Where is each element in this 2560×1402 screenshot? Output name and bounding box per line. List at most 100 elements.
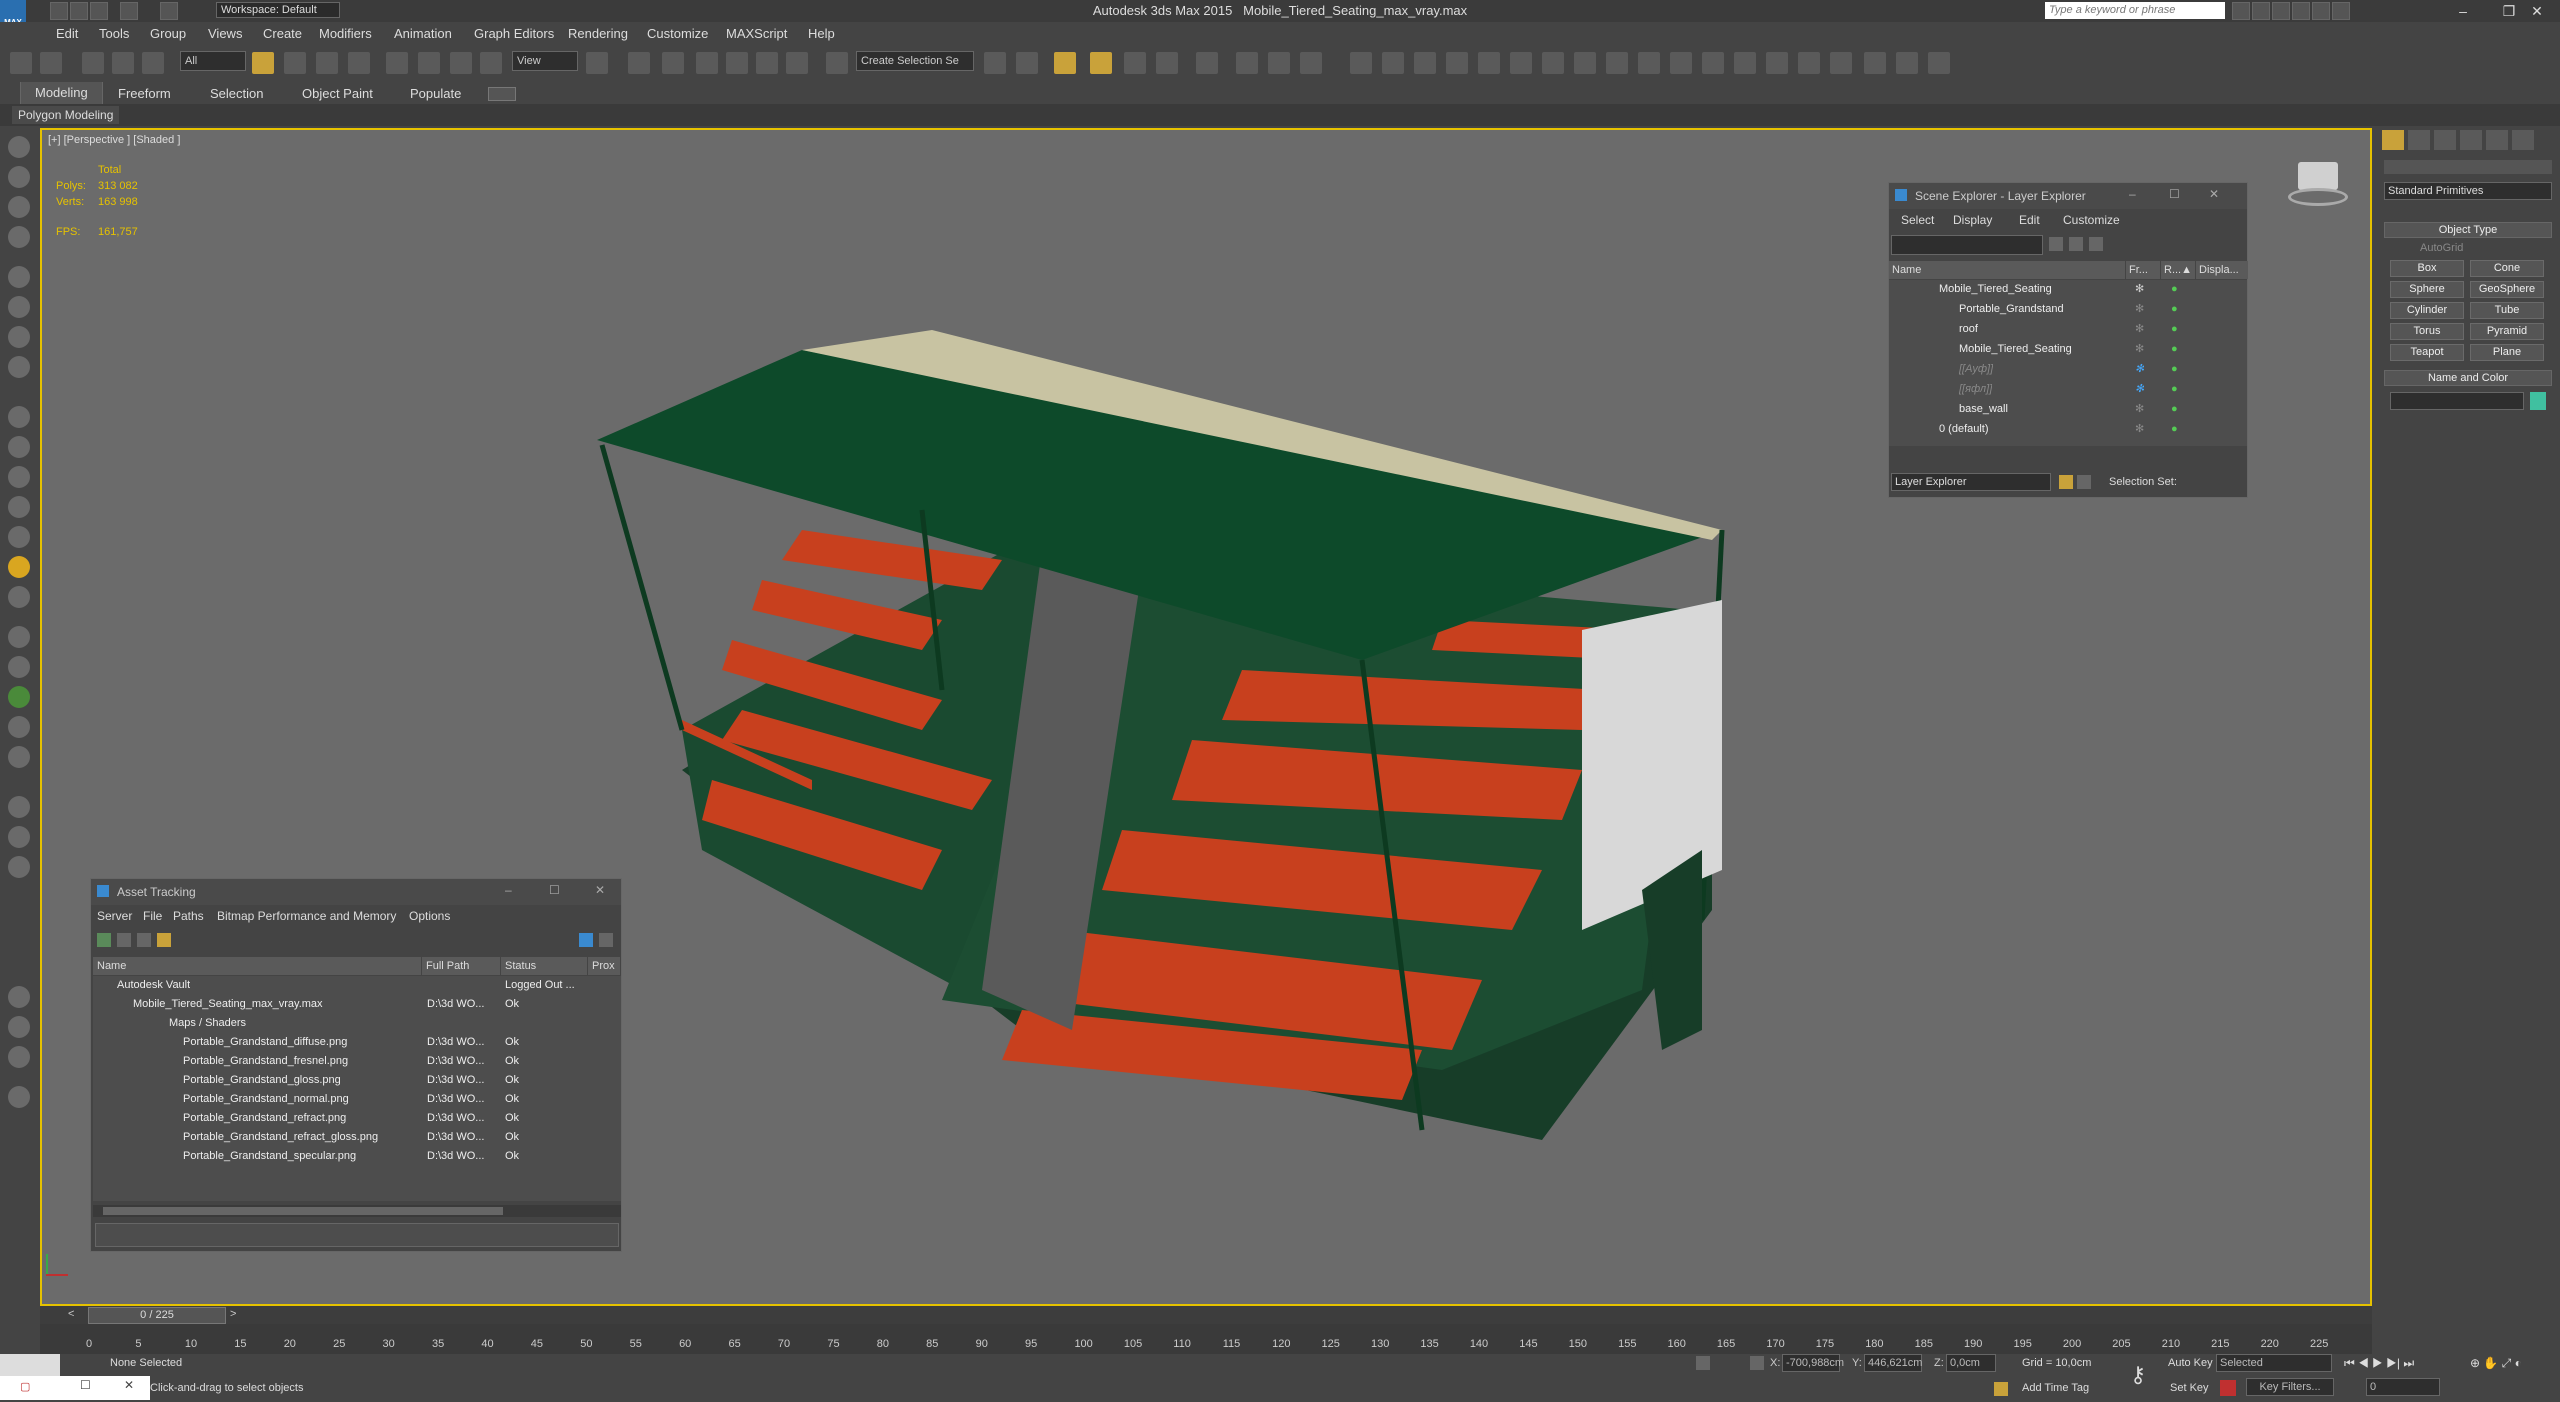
hierarchy-tab-icon[interactable] <box>2434 130 2456 150</box>
close-button[interactable]: ✕ <box>2514 0 2560 22</box>
at-menu-options[interactable]: Options <box>409 909 450 923</box>
tab-freeform[interactable]: Freeform <box>118 86 171 101</box>
thumbnail-view-icon[interactable] <box>137 933 151 947</box>
table-row[interactable]: Portable_Grandstand_gloss.png D:\3d WO...… <box>93 1071 621 1090</box>
tree-icon[interactable] <box>8 686 30 708</box>
tool-icon-24[interactable] <box>8 986 30 1008</box>
select-object-icon[interactable] <box>252 52 274 74</box>
vray-proxy-icon[interactable] <box>1510 52 1532 74</box>
maxscript-mini-listener[interactable]: ▢ ☐ ✕ <box>0 1376 150 1400</box>
at-col-status[interactable]: Status <box>501 957 587 975</box>
set-key-icon[interactable] <box>2220 1380 2236 1396</box>
polygon-modeling-panel[interactable]: Polygon Modeling <box>12 106 120 124</box>
toggle-scene-explorer-icon[interactable] <box>1054 52 1076 74</box>
table-row[interactable]: Autodesk Vault Logged Out ... <box>93 976 621 995</box>
table-row[interactable]: Portable_Grandstand_normal.png D:\3d WO..… <box>93 1090 621 1109</box>
minimize-button[interactable]: – <box>2129 187 2136 201</box>
teapot-button[interactable]: Teapot <box>2390 344 2464 361</box>
table-row[interactable]: Portable_Grandstand_specular.png D:\3d WO… <box>93 1147 621 1166</box>
help-icon[interactable] <box>599 933 613 947</box>
schematic-view-icon[interactable] <box>1196 52 1218 74</box>
key-filters-button[interactable]: Key Filters... <box>2246 1378 2334 1396</box>
key-icon[interactable]: ⚷ <box>2130 1362 2146 1388</box>
utilities-tab-icon[interactable] <box>2512 130 2534 150</box>
tool-icon-7[interactable] <box>8 326 30 348</box>
tool-icon-13[interactable] <box>8 526 30 548</box>
star-icon[interactable] <box>2292 2 2310 20</box>
tool-icon-21[interactable] <box>8 796 30 818</box>
percent-snap-icon[interactable] <box>756 52 778 74</box>
reference-coordinate-dropdown[interactable]: View <box>512 51 578 71</box>
selection-filter-dropdown[interactable]: All <box>180 51 246 71</box>
modify-tab-icon[interactable] <box>2408 130 2430 150</box>
z-coordinate-field[interactable]: 0,0cm <box>1946 1354 1996 1372</box>
at-col-full-path[interactable]: Full Path <box>422 957 500 975</box>
primitive-category-dropdown[interactable]: Standard Primitives <box>2384 182 2552 200</box>
hierarchy-toggle-icon[interactable] <box>2077 475 2091 489</box>
keyboard-shortcut-icon[interactable] <box>662 52 684 74</box>
at-menu-server[interactable]: Server <box>97 909 132 923</box>
minimize-button[interactable]: – <box>505 883 512 897</box>
at-col-name[interactable]: Name <box>93 957 421 975</box>
at-menu-file[interactable]: File <box>143 909 162 923</box>
named-selection-dropdown[interactable]: Create Selection Se <box>856 51 974 71</box>
tab-object-paint[interactable]: Object Paint <box>302 86 373 101</box>
plane-button[interactable]: Plane <box>2470 344 2544 361</box>
maximize-button[interactable]: ☐ <box>2169 187 2180 201</box>
binoculars-icon[interactable] <box>2232 2 2250 20</box>
tree-row[interactable]: roof ✻ ● <box>1889 320 2247 339</box>
key-mode-dropdown[interactable]: Selected <box>2216 1354 2332 1372</box>
se-clear-icon[interactable] <box>2049 237 2063 251</box>
object-name-field[interactable] <box>2390 392 2524 410</box>
vray-fur-icon[interactable] <box>1542 52 1564 74</box>
table-row[interactable]: Mobile_Tiered_Seating_max_vray.max D:\3d … <box>93 995 621 1014</box>
autogrid-checkbox[interactable]: AutoGrid <box>2420 242 2463 254</box>
se-col-freeze[interactable]: Fr... <box>2126 261 2160 279</box>
maximize-button[interactable]: ☐ <box>549 883 560 897</box>
rectangular-selection-icon[interactable] <box>316 52 338 74</box>
vray-help-icon[interactable] <box>1896 52 1918 74</box>
vault-icon[interactable] <box>579 933 593 947</box>
tool-icon-1[interactable] <box>8 136 30 158</box>
window-crossing-icon[interactable] <box>348 52 370 74</box>
at-menu-paths[interactable]: Paths <box>173 909 204 923</box>
tree-row[interactable]: [[Ауф]] ✻ ● <box>1889 360 2247 379</box>
menu-rendering[interactable]: Rendering <box>568 26 628 41</box>
vray-extra-icon[interactable] <box>1864 52 1886 74</box>
vray-toolbar-icon[interactable] <box>1766 52 1788 74</box>
tree-row[interactable]: [[яфл]] ✻ ● <box>1889 380 2247 399</box>
vray-mesh-export-icon[interactable] <box>1638 52 1660 74</box>
playback-controls[interactable]: ⏮ ◀ ▶ ▶| ⏭ <box>2344 1356 2414 1371</box>
create-category-icons[interactable] <box>2384 160 2552 174</box>
tool-icon-22[interactable] <box>8 826 30 848</box>
current-frame-field[interactable]: 0 <box>2366 1378 2440 1396</box>
vray-sphere-icon[interactable] <box>1606 52 1628 74</box>
tool-icon-9[interactable] <box>8 406 30 428</box>
table-row[interactable]: Portable_Grandstand_refract_gloss.png D:\… <box>93 1128 621 1147</box>
se-menu-customize[interactable]: Customize <box>2063 213 2120 227</box>
vray-ies-icon[interactable] <box>1478 52 1500 74</box>
select-manipulate-icon[interactable] <box>628 52 650 74</box>
move-icon[interactable] <box>386 52 408 74</box>
angle-snap-icon[interactable] <box>726 52 748 74</box>
geosphere-button[interactable]: GeoSphere <box>2470 281 2544 298</box>
vray-frame-buffer-icon[interactable] <box>1382 52 1404 74</box>
se-menu-select[interactable]: Select <box>1901 213 1934 227</box>
list-view-icon[interactable] <box>117 933 131 947</box>
menu-customize[interactable]: Customize <box>647 26 708 41</box>
help-icon[interactable] <box>2332 2 2350 20</box>
rotate-icon[interactable] <box>418 52 440 74</box>
ribbon-options-icon[interactable] <box>488 87 516 101</box>
set-key-button[interactable]: Set Key <box>2170 1382 2209 1394</box>
torus-button[interactable]: Torus <box>2390 323 2464 340</box>
tool-icon-12[interactable] <box>8 496 30 518</box>
vray-light-icon[interactable] <box>1414 52 1436 74</box>
snaps-toggle-icon[interactable] <box>696 52 718 74</box>
at-menu-bitmap-performance[interactable]: Bitmap Performance and Memory <box>217 909 396 923</box>
layer-toggle-icon[interactable] <box>2059 475 2073 489</box>
sphere-button[interactable]: Sphere <box>2390 281 2464 298</box>
vray-sun-icon[interactable] <box>1446 52 1468 74</box>
table-row[interactable]: Portable_Grandstand_diffuse.png D:\3d WO.… <box>93 1033 621 1052</box>
menu-graph-editors[interactable]: Graph Editors <box>474 26 554 41</box>
place-icon[interactable] <box>480 52 502 74</box>
